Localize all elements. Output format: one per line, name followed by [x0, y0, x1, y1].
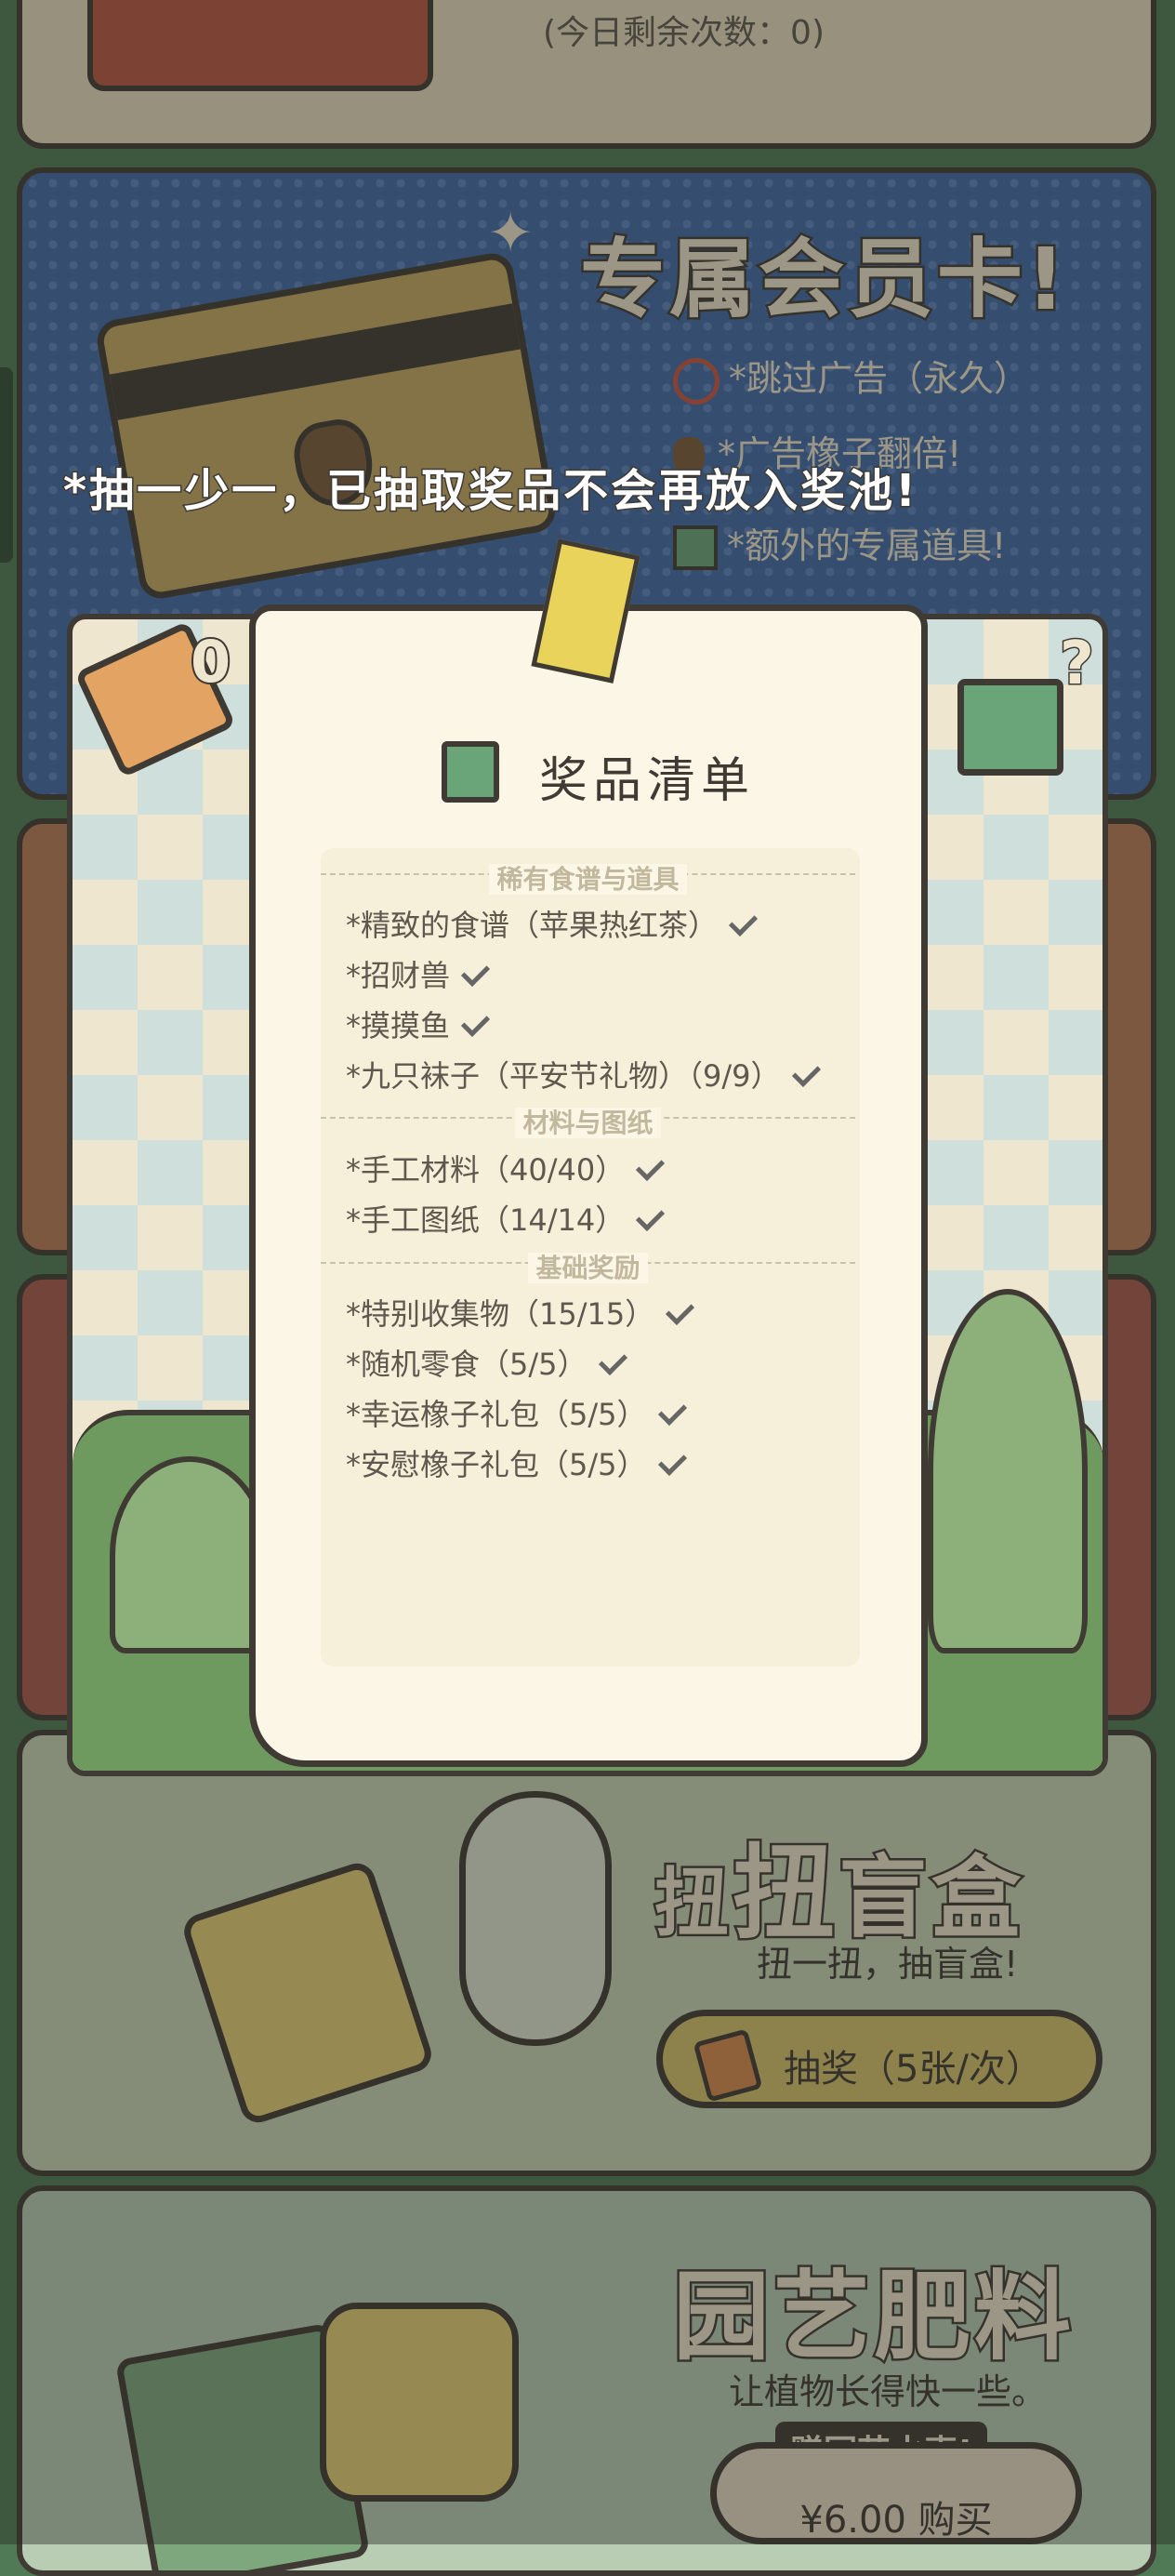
draw-button-label: 抽奖（5张/次） [784, 2048, 1043, 2091]
perk-item: *额外的专属道具! [673, 517, 1029, 570]
prize-item: *手工材料（40/40） [346, 1147, 666, 1189]
check-icon [666, 1295, 695, 1326]
check-icon [728, 907, 759, 937]
draw-notice-text: *抽一少一，已抽取奖品不会再放入奖池! [62, 464, 918, 519]
gift-icon [442, 741, 499, 803]
remaining-count-text: (今日剩余次数：0) [543, 14, 825, 52]
machine-illustration [87, 0, 433, 91]
no-ads-icon [673, 357, 720, 405]
question-mark-icon: ? [1058, 629, 1095, 700]
fern-left-illustration [110, 1456, 270, 1653]
blind-box-subtitle: 扭一扭，抽盲盒! [757, 1944, 1019, 1985]
prize-item: *摸摸鱼 [346, 1003, 491, 1045]
mystery-gift-icon[interactable]: ? [957, 629, 1096, 776]
top-shop-card: (今日剩余次数：0) [17, 0, 1156, 149]
check-icon [791, 1057, 821, 1088]
check-icon [636, 1151, 666, 1182]
ticket-icon [693, 2028, 763, 2103]
price-label: ¥6.00 购买 [799, 2499, 993, 2542]
check-icon [598, 1346, 627, 1376]
capsule-machine-illustration [459, 1791, 612, 2046]
fern-right-illustration [928, 1289, 1088, 1653]
prize-list-title: 奖品清单 [539, 753, 756, 809]
section-divider-materials: 材料与图纸 [321, 1107, 855, 1138]
prize-item: *幸运橡子礼包（5/5） [346, 1391, 687, 1434]
check-icon [657, 1396, 687, 1427]
fertilizer-card: 园艺肥料 让植物长得快一些。 赠园艺水壶! ¥6.00 购买 [17, 2185, 1156, 2576]
fertilizer-subtitle: 让植物长得快一些。 [729, 2371, 1048, 2412]
prize-item: *精致的食谱（苹果热红茶） [346, 902, 759, 945]
blind-box-card: 扭扭盲盒 扭一扭，抽盲盒! 抽奖（5张/次） [17, 1730, 1156, 2176]
prize-item: *安慰橡子礼包（5/5） [346, 1441, 687, 1484]
prize-item: *招财兽 [346, 952, 491, 995]
blind-box-illustration [179, 1858, 436, 2128]
check-icon [636, 1202, 666, 1232]
perk-item: *跳过广告（永久） [673, 350, 1029, 405]
check-icon [460, 1007, 491, 1038]
fertilizer-title: 园艺肥料 [670, 2258, 1076, 2376]
gift-icon [673, 525, 718, 570]
section-divider-rare: 稀有食谱与道具 [321, 863, 855, 895]
buy-button[interactable]: ¥6.00 购买 [710, 2442, 1082, 2544]
membership-card-illustration [94, 249, 559, 603]
prize-item: *随机零食（5/5） [346, 1341, 627, 1384]
check-icon [460, 957, 491, 988]
check-icon [657, 1446, 687, 1477]
prize-item: *手工图纸（14/14） [346, 1197, 666, 1240]
prize-item: *九只袜子（平安节礼物）（9/9） [346, 1053, 821, 1095]
section-divider-basic: 基础奖励 [321, 1252, 855, 1283]
member-card-title: 专属会员卡! [578, 228, 1069, 332]
draw-button[interactable]: 抽奖（5张/次） [656, 2010, 1102, 2108]
ticket-count: 0 [189, 626, 232, 697]
side-strip [0, 367, 13, 563]
watering-can-illustration [320, 2303, 519, 2502]
prize-item: *特别收集物（15/15） [346, 1291, 695, 1334]
